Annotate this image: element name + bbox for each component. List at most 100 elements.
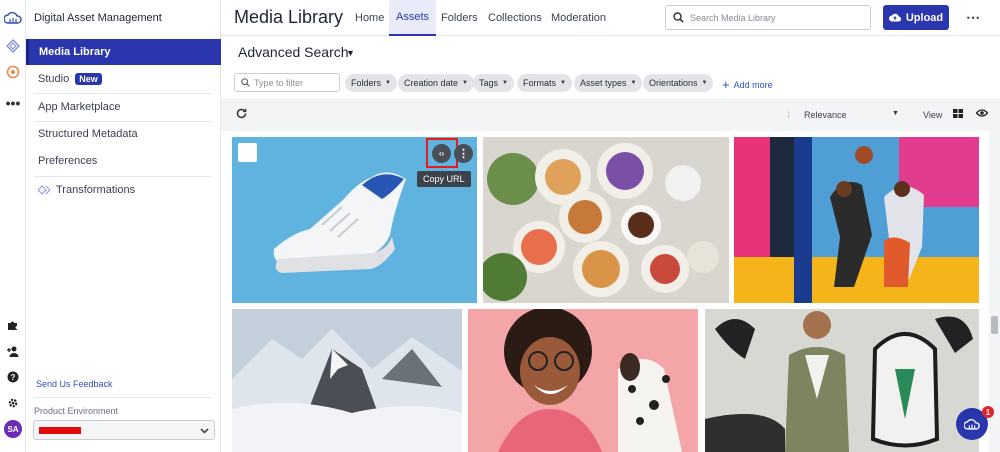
copy-url-tooltip: Copy URL: [417, 171, 471, 187]
sidebar-item-label: Structured Metadata: [38, 128, 138, 140]
add-user-icon[interactable]: [0, 341, 26, 361]
chip-label: Creation date: [404, 78, 459, 88]
tab-collections[interactable]: Collections: [481, 0, 549, 36]
new-badge: New: [75, 73, 102, 85]
more-vertical-icon[interactable]: ⋮: [454, 144, 473, 163]
environment-select[interactable]: [33, 420, 215, 440]
search-icon: [673, 12, 684, 23]
sidebar-item-app-marketplace[interactable]: App Marketplace: [26, 94, 221, 120]
filter-chip-creation-date[interactable]: Creation date ▼: [398, 74, 474, 92]
add-more-label: Add more: [733, 80, 773, 90]
notification-badge: 1: [982, 406, 994, 418]
help-icon[interactable]: ?: [0, 367, 26, 387]
chip-label: Asset types: [580, 78, 627, 88]
results-toolbar: ↓ Relevance ▼ View: [221, 98, 1000, 131]
send-feedback-link[interactable]: Send Us Feedback: [36, 379, 113, 389]
caret-down-icon: ▼: [701, 80, 708, 86]
environment-label: Product Environment: [34, 406, 119, 416]
mountains-image: [232, 309, 462, 452]
more-apps-icon[interactable]: •••: [0, 93, 26, 113]
plus-icon: +: [722, 77, 730, 92]
scrollbar-track[interactable]: [989, 131, 1000, 452]
assets-diamond-icon[interactable]: [0, 36, 26, 56]
asset-card-woman-with-dog[interactable]: [468, 309, 698, 452]
asset-grid: ‹› ⋮ Copy URL: [221, 131, 989, 452]
svg-text:?: ?: [11, 373, 16, 382]
chip-label: Formats: [523, 78, 557, 88]
search-icon: [241, 78, 250, 87]
asset-card-basketball[interactable]: [734, 137, 979, 303]
woman-with-dog-image: [468, 309, 698, 452]
add-more-filters-link[interactable]: + Add more: [722, 77, 773, 92]
chip-label: Folders: [351, 78, 382, 88]
woman-in-jacket-image: [705, 309, 979, 452]
tab-home[interactable]: Home: [348, 0, 391, 36]
app-icon-rail: ••• ? SA: [0, 0, 26, 452]
sidebar-item-label: App Marketplace: [38, 101, 121, 113]
sidebar-item-label: Media Library: [39, 46, 111, 58]
search-input[interactable]: [690, 12, 860, 23]
chip-label: Tags: [479, 78, 499, 88]
caret-down-icon: ▼: [385, 80, 391, 86]
caret-down-icon[interactable]: ▼: [346, 48, 355, 58]
flower-app-icon[interactable]: [0, 62, 26, 82]
caret-down-icon: ▼: [630, 80, 637, 86]
transformations-icon: [38, 185, 50, 195]
filter-chip-folders[interactable]: Folders ▼: [345, 74, 397, 92]
view-label: View: [923, 110, 943, 120]
chevron-down-icon: [200, 424, 209, 436]
sidebar-item-label: Preferences: [38, 155, 98, 167]
filter-chip-formats[interactable]: Formats ▼: [517, 74, 572, 92]
caret-down-icon: ▼: [502, 80, 508, 86]
filter-chip-orientations[interactable]: Orientations ▼: [643, 74, 714, 92]
asset-card-sneaker[interactable]: ‹› ⋮ Copy URL: [232, 137, 477, 303]
upload-button[interactable]: Upload: [883, 5, 949, 30]
cloud-upload-icon: [888, 13, 901, 22]
cloud-logo-icon[interactable]: [0, 8, 26, 28]
redacted-environment-name: [39, 427, 81, 434]
filter-input[interactable]: [254, 77, 334, 88]
breakfast-image: [483, 137, 729, 303]
advanced-search-title[interactable]: Advanced Search: [238, 44, 349, 60]
tab-folders[interactable]: Folders: [434, 0, 485, 36]
sidebar-item-media-library[interactable]: Media Library: [26, 39, 221, 65]
more-options-icon[interactable]: ⋯: [966, 9, 981, 26]
app-title: Digital Asset Management: [34, 12, 162, 24]
extensions-icon[interactable]: [0, 315, 26, 335]
filter-chip-tags[interactable]: Tags ▼: [473, 74, 514, 92]
asset-card-mountains[interactable]: [232, 309, 462, 452]
sidebar-item-preferences[interactable]: Preferences: [26, 148, 221, 174]
filter-chip-asset-types[interactable]: Asset types ▼: [574, 74, 643, 92]
search-box[interactable]: [665, 5, 871, 30]
sidebar-item-label: Studio: [38, 73, 70, 85]
top-bar: Media Library Home Assets Folders Collec…: [221, 0, 1000, 36]
chip-label: Orientations: [649, 78, 698, 88]
divider: [34, 397, 211, 398]
basketball-image: [734, 137, 979, 303]
grid-view-icon[interactable]: [953, 109, 963, 118]
sort-direction-icon[interactable]: ↓: [786, 109, 791, 120]
asset-card-woman-in-jacket[interactable]: [705, 309, 979, 452]
caret-down-icon: ▼: [462, 80, 468, 86]
preview-eye-icon[interactable]: [975, 108, 989, 118]
caret-down-icon: ▼: [560, 80, 566, 86]
upload-label: Upload: [905, 11, 944, 24]
sort-select[interactable]: Relevance: [804, 110, 847, 120]
asset-card-breakfast[interactable]: [483, 137, 729, 303]
sidebar-item-transformations[interactable]: Transformations: [26, 177, 221, 203]
tab-moderation[interactable]: Moderation: [544, 0, 613, 36]
tab-assets[interactable]: Assets: [389, 0, 437, 36]
sidebar: Digital Asset Management Media Library S…: [26, 0, 221, 452]
select-checkbox[interactable]: [238, 143, 257, 162]
sidebar-item-label: Transformations: [56, 184, 136, 196]
user-avatar[interactable]: SA: [4, 420, 22, 438]
sidebar-item-structured-metadata[interactable]: Structured Metadata: [26, 121, 221, 147]
settings-gear-icon[interactable]: [0, 393, 26, 413]
scrollbar-thumb[interactable]: [991, 316, 998, 334]
sidebar-item-studio[interactable]: Studio New: [26, 66, 221, 92]
page-title: Media Library: [234, 7, 344, 27]
caret-down-icon[interactable]: ▼: [892, 110, 899, 117]
filter-box[interactable]: [234, 73, 340, 92]
cloud-logo-icon: [964, 418, 980, 430]
refresh-icon[interactable]: [236, 107, 247, 122]
